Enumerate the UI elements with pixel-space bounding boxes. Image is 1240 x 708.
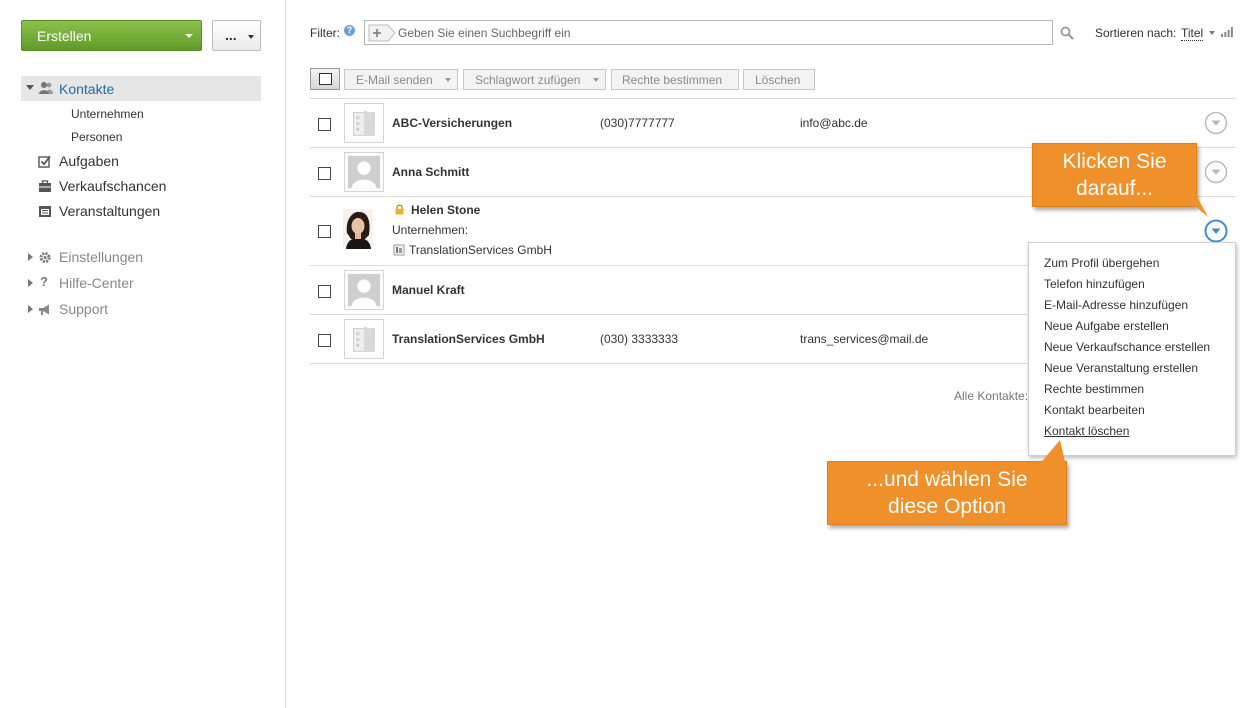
contact-name[interactable]: ABC-Versicherungen: [392, 116, 512, 130]
add-filter-icon[interactable]: [368, 24, 396, 42]
lock-icon: [395, 204, 404, 215]
callout-pointer: [1038, 440, 1066, 466]
row-checkbox[interactable]: [318, 334, 331, 347]
question-icon: ?: [40, 274, 48, 289]
sidebar-item-label: Einstellungen: [59, 249, 144, 265]
contact-company-link[interactable]: TranslationServices GmbH: [409, 243, 552, 257]
sidebar-item-persons[interactable]: Personen: [71, 130, 122, 144]
send-email-label: E-Mail senden: [356, 73, 433, 87]
menu-item-set-rights[interactable]: Rechte bestimmen: [1044, 382, 1144, 396]
add-tag-label: Schlagwort zufügen: [475, 73, 581, 87]
contact-email[interactable]: trans_services@mail.de: [800, 332, 928, 346]
task-check-icon: [38, 155, 51, 168]
company-label: Unternehmen:: [392, 223, 469, 237]
row-menu-icon[interactable]: [1204, 111, 1228, 135]
contact-email[interactable]: info@abc.de: [800, 116, 868, 130]
table-row[interactable]: ABC-Versicherungen (030)7777777 info@abc…: [310, 98, 1236, 147]
building-icon: [393, 244, 405, 256]
sidebar-item-label: Aufgaben: [59, 153, 119, 169]
company-avatar-icon: [344, 103, 384, 143]
chevron-down-icon: [185, 34, 193, 38]
callout-line: ...und wählen Sie: [866, 468, 1028, 491]
search-input[interactable]: [398, 24, 1038, 42]
sidebar-item-label: Hilfe-Center: [59, 275, 134, 291]
add-tag-button[interactable]: Schlagwort zufügen: [463, 69, 606, 90]
sort-order-icon[interactable]: [1221, 27, 1233, 37]
menu-item-new-opportunity[interactable]: Neue Verkaufschance erstellen: [1044, 340, 1210, 354]
more-actions-button[interactable]: ...: [212, 20, 261, 51]
megaphone-icon: [39, 304, 49, 315]
expand-arrow-icon: [26, 85, 34, 90]
help-icon[interactable]: ?: [344, 25, 355, 36]
contact-name[interactable]: TranslationServices GmbH: [392, 332, 545, 346]
more-actions-label: ...: [225, 27, 237, 43]
sidebar-item-label: Support: [59, 301, 109, 317]
contact-phone: (030)7777777: [600, 116, 675, 130]
callout-line: diese Option: [888, 495, 1006, 518]
company-avatar-icon: [344, 319, 384, 359]
set-rights-button[interactable]: Rechte bestimmen: [611, 69, 739, 90]
callout-line: darauf...: [1075, 177, 1154, 200]
all-contacts-count: Alle Kontakte:: [954, 389, 1029, 403]
sidebar-item-label: Verkaufschancen: [59, 178, 167, 194]
send-email-button[interactable]: E-Mail senden: [344, 69, 458, 90]
chevron-down-icon[interactable]: [1209, 31, 1215, 35]
briefcase-icon: [39, 180, 51, 192]
expand-arrow-icon: [28, 253, 33, 261]
contacts-icon: [39, 82, 53, 94]
menu-item-new-event[interactable]: Neue Veranstaltung erstellen: [1044, 361, 1198, 375]
menu-item-new-task[interactable]: Neue Aufgabe erstellen: [1044, 319, 1169, 333]
menu-item-add-phone[interactable]: Telefon hinzufügen: [1044, 277, 1145, 291]
row-checkbox[interactable]: [318, 225, 331, 238]
row-menu-icon[interactable]: [1204, 160, 1228, 184]
sidebar-item-label: Veranstaltungen: [59, 203, 161, 219]
chevron-down-icon: [445, 78, 451, 82]
create-button-label: Erstellen: [37, 28, 92, 44]
expand-arrow-icon: [28, 279, 33, 287]
gear-icon: [39, 252, 51, 263]
row-checkbox[interactable]: [318, 118, 331, 131]
menu-item-edit-contact[interactable]: Kontakt bearbeiten: [1044, 403, 1145, 417]
checkbox-box: [319, 73, 332, 85]
sidebar-item-companies[interactable]: Unternehmen: [71, 107, 144, 121]
contact-name[interactable]: Manuel Kraft: [392, 283, 465, 297]
person-avatar-icon: [344, 152, 384, 192]
chevron-down-icon: [593, 78, 599, 82]
person-photo: [343, 209, 373, 249]
create-button[interactable]: Erstellen: [21, 20, 202, 51]
menu-item-delete-contact[interactable]: Kontakt löschen: [1044, 424, 1129, 438]
row-checkbox[interactable]: [318, 167, 331, 180]
select-all-checkbox[interactable]: [310, 68, 340, 90]
delete-button[interactable]: Löschen: [743, 69, 815, 90]
contact-name[interactable]: Anna Schmitt: [392, 165, 469, 179]
menu-item-add-email[interactable]: E-Mail-Adresse hinzufügen: [1044, 298, 1188, 312]
person-avatar-icon: [344, 270, 384, 310]
callout-click-here: Klicken Sie darauf...: [1032, 143, 1197, 207]
sort-field-select[interactable]: Titel: [1181, 26, 1204, 41]
sidebar-item-contacts[interactable]: Kontakte: [21, 76, 261, 101]
contact-context-menu: Zum Profil übergehen Telefon hinzufügen …: [1028, 242, 1236, 456]
callout-choose-option: ...und wählen Sie diese Option: [827, 461, 1067, 525]
callout-pointer: [1182, 195, 1208, 217]
filter-search-box[interactable]: [364, 20, 1053, 45]
filter-label: Filter:: [310, 26, 340, 40]
callout-line: Klicken Sie: [1062, 150, 1167, 173]
expand-arrow-icon: [28, 305, 33, 313]
contact-phone: (030) 3333333: [600, 332, 679, 346]
search-icon[interactable]: [1060, 26, 1074, 40]
chevron-down-icon: [248, 35, 254, 39]
calendar-icon: [39, 206, 51, 217]
sidebar: Erstellen ... Kontakte Unternehmen Perso…: [0, 0, 286, 708]
sidebar-item-label: Kontakte: [59, 81, 115, 97]
row-menu-icon-active[interactable]: [1204, 219, 1228, 243]
contact-name[interactable]: Helen Stone: [411, 203, 480, 217]
sort-label: Sortieren nach:: [1095, 26, 1177, 40]
menu-item-go-to-profile[interactable]: Zum Profil übergehen: [1044, 256, 1159, 270]
row-checkbox[interactable]: [318, 285, 331, 298]
